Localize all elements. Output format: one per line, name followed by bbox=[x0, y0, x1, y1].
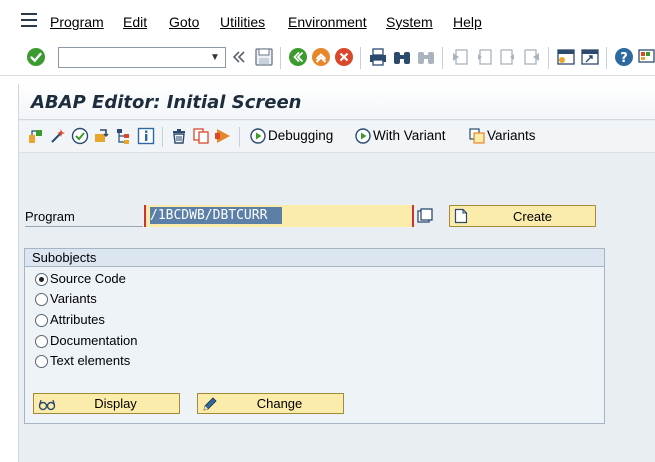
check-icon[interactable] bbox=[71, 127, 89, 145]
application-toolbar: Debugging With Variant Variants bbox=[19, 121, 655, 153]
radio-button[interactable] bbox=[35, 273, 48, 286]
debugging-icon bbox=[250, 128, 266, 144]
program-label: Program bbox=[25, 209, 143, 227]
menu-item-edit[interactable]: Edit bbox=[123, 14, 147, 30]
menu-item-system[interactable]: System bbox=[386, 14, 433, 30]
copy-icon[interactable] bbox=[192, 127, 210, 145]
with-variant-label: With Variant bbox=[373, 128, 446, 143]
find-icon[interactable] bbox=[392, 47, 412, 67]
main-area: ABAP Editor: Initial Screen Debugging Wi… bbox=[18, 84, 655, 462]
command-field[interactable] bbox=[58, 47, 226, 68]
menu-item-environment[interactable]: Environment bbox=[288, 14, 367, 30]
program-input[interactable] bbox=[148, 206, 412, 224]
menu-item-goto[interactable]: Goto bbox=[169, 14, 199, 30]
last-page-icon[interactable] bbox=[522, 47, 542, 67]
enter-icon[interactable] bbox=[26, 47, 46, 67]
create-session-icon[interactable] bbox=[556, 47, 576, 67]
subobjects-group: Subobjects Source Code Variants Attribut… bbox=[24, 248, 605, 424]
previous-page-icon[interactable] bbox=[474, 47, 494, 67]
radio-button[interactable] bbox=[35, 355, 48, 368]
page-title: ABAP Editor: Initial Screen bbox=[31, 92, 302, 113]
value-help-icon[interactable] bbox=[417, 208, 433, 224]
delete-icon[interactable] bbox=[170, 127, 188, 145]
exit-icon[interactable] bbox=[311, 47, 331, 67]
menu-icon[interactable] bbox=[20, 12, 38, 28]
display-button[interactable]: Display bbox=[33, 393, 180, 414]
find-next-icon[interactable] bbox=[416, 47, 436, 67]
back-icon[interactable] bbox=[288, 47, 308, 67]
variants-icon bbox=[469, 128, 485, 144]
debugging-button[interactable]: Debugging bbox=[250, 127, 340, 147]
display-label: Display bbox=[94, 396, 137, 411]
menu-item-help[interactable]: Help bbox=[453, 14, 482, 30]
variants-button[interactable]: Variants bbox=[469, 127, 549, 147]
radio-button[interactable] bbox=[35, 293, 48, 306]
radio-label: Source Code bbox=[50, 271, 126, 286]
info-icon[interactable] bbox=[137, 127, 155, 145]
program-input-container[interactable] bbox=[144, 205, 414, 227]
first-page-icon[interactable] bbox=[450, 47, 470, 67]
radio-button[interactable] bbox=[35, 335, 48, 348]
other-object-icon[interactable] bbox=[27, 127, 45, 145]
radio-button[interactable] bbox=[35, 314, 48, 327]
where-used-list-icon[interactable] bbox=[115, 127, 133, 145]
radio-label: Variants bbox=[50, 291, 97, 306]
cancel-icon[interactable] bbox=[334, 47, 354, 67]
execute-icon[interactable] bbox=[214, 127, 232, 145]
help-icon[interactable]: ? bbox=[614, 47, 634, 67]
menu-item-utilities[interactable]: Utilities bbox=[220, 14, 265, 30]
print-icon[interactable] bbox=[368, 47, 388, 67]
customize-layout-icon[interactable] bbox=[638, 47, 655, 67]
magic-wand-icon[interactable] bbox=[49, 127, 67, 145]
save-icon[interactable] bbox=[254, 47, 274, 67]
radio-label: Text elements bbox=[50, 353, 131, 368]
create-label: Create bbox=[512, 209, 553, 224]
with-variant-button[interactable]: With Variant bbox=[355, 127, 455, 147]
variants-label: Variants bbox=[487, 128, 536, 143]
radio-label: Documentation bbox=[50, 333, 138, 348]
debugging-label: Debugging bbox=[268, 128, 334, 143]
chevron-down-icon[interactable]: ▼ bbox=[206, 50, 224, 65]
subobjects-title: Subobjects bbox=[32, 250, 97, 265]
next-page-icon[interactable] bbox=[498, 47, 518, 67]
shortcut-icon[interactable] bbox=[580, 47, 600, 67]
svg-text:?: ? bbox=[620, 51, 628, 66]
create-button[interactable]: Create bbox=[449, 205, 596, 227]
change-label: Change bbox=[256, 396, 303, 411]
menu-item-program[interactable]: Program bbox=[50, 14, 104, 30]
title-bar: ABAP Editor: Initial Screen bbox=[19, 84, 655, 120]
back-skip-icon[interactable] bbox=[232, 50, 246, 64]
subobjects-header: Subobjects bbox=[25, 249, 604, 267]
radio-label: Attributes bbox=[50, 312, 105, 327]
change-button[interactable]: Change bbox=[197, 393, 344, 414]
menu-bar: Program Edit Goto Utilities Environment … bbox=[0, 0, 655, 40]
activate-icon[interactable] bbox=[93, 127, 111, 145]
execute-with-variant-icon bbox=[355, 128, 371, 144]
